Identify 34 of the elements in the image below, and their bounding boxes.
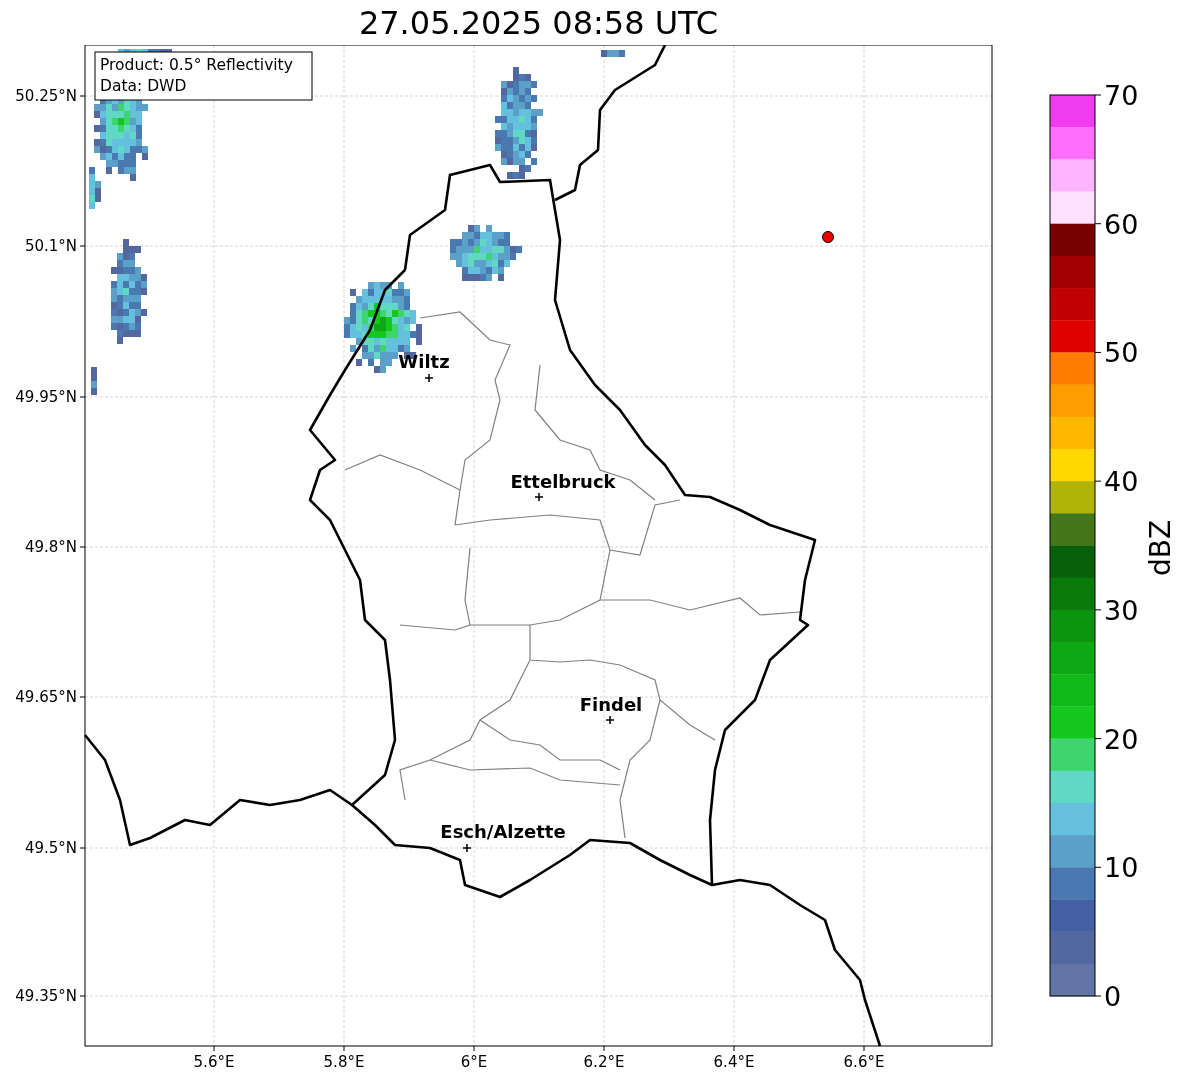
axis-tick-label: 49.35°N: [15, 987, 77, 1005]
colorbar-tick-label: 0: [1104, 981, 1122, 1012]
colorbar-tick-label: 60: [1104, 208, 1139, 240]
axis-tick-label: 50.1°N: [24, 237, 77, 255]
city-label: Ettelbruck: [510, 471, 616, 492]
info-text: Data: DWD: [100, 77, 187, 95]
city-marker-icon: [534, 492, 544, 502]
colorbar-tick-label: 40: [1104, 466, 1139, 498]
city-marker-icon: [462, 843, 472, 853]
axis-tick-label: 49.65°N: [15, 688, 77, 706]
axis-tick-label: 6.6°E: [843, 1053, 885, 1071]
location-dot: [822, 231, 834, 243]
colorbar-tick-label: 20: [1104, 723, 1139, 755]
city-marker-icon: [424, 373, 434, 383]
plot-title: 27.05.2025 08:58 UTC: [358, 6, 719, 39]
city-label: Findel: [579, 694, 643, 715]
axis-tick-label: 5.6°E: [193, 1053, 235, 1071]
info-text: Product: 0.5° Reflectivity: [100, 56, 293, 74]
axis-tick-label: 49.8°N: [24, 538, 77, 556]
axis-tick-label: 49.95°N: [15, 388, 77, 406]
axis-tick-label: 6.4°E: [713, 1053, 755, 1071]
colorbar-tick-label: 10: [1104, 852, 1139, 884]
colorbar-tick-label: 30: [1104, 594, 1139, 626]
colorbar-tick-label: 50: [1104, 337, 1139, 369]
city-label: Wiltz: [398, 351, 450, 372]
axis-tick-label: 6.2°E: [583, 1053, 625, 1071]
axis-tick-label: 49.5°N: [24, 839, 77, 857]
colorbar-tick-label: 70: [1104, 80, 1139, 111]
city-label: Esch/Alzette: [440, 821, 566, 842]
axis-tick-label: 6°E: [460, 1053, 488, 1071]
colorbar-label: dBZ: [1144, 519, 1177, 577]
city-marker-icon: [605, 715, 615, 725]
axis-tick-label: 5.8°E: [323, 1053, 365, 1071]
axis-tick-label: 50.25°N: [15, 87, 77, 105]
